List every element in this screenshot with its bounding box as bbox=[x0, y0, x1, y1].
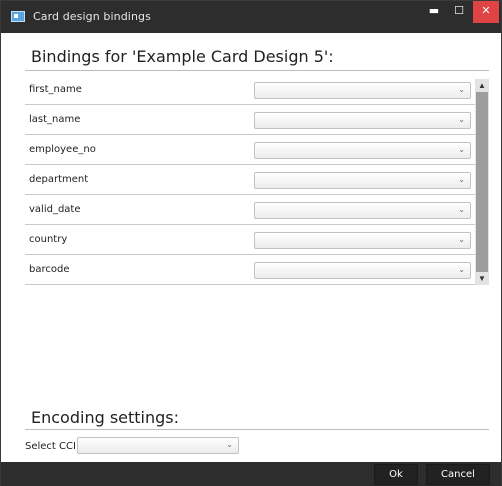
scroll-up-arrow-icon[interactable]: ▲ bbox=[475, 79, 489, 92]
card-app-icon bbox=[11, 11, 25, 22]
valid-date-select[interactable]: ⌄ bbox=[254, 202, 471, 219]
binding-row-barcode: barcode ⌄ bbox=[25, 255, 475, 285]
chevron-down-icon: ⌄ bbox=[226, 440, 233, 449]
encoding-divider bbox=[25, 429, 489, 430]
select-cci-label: Select CCI: bbox=[25, 441, 80, 452]
binding-row-first-name: first_name ⌄ bbox=[25, 75, 475, 105]
card-design-bindings-dialog: Card design bindings ▬ ☐ ✕ Bindings for … bbox=[0, 0, 502, 486]
chevron-down-icon: ⌄ bbox=[458, 175, 465, 184]
minimize-button[interactable]: ▬ bbox=[422, 1, 446, 23]
chevron-down-icon: ⌄ bbox=[458, 115, 465, 124]
window-title: Card design bindings bbox=[33, 10, 151, 23]
maximize-button[interactable]: ☐ bbox=[447, 1, 471, 23]
binding-row-last-name: last_name ⌄ bbox=[25, 105, 475, 135]
bindings-list: first_name ⌄ last_name ⌄ employee_no ⌄ d… bbox=[25, 75, 475, 285]
title-bar[interactable]: Card design bindings ▬ ☐ ✕ bbox=[1, 1, 501, 33]
ok-button[interactable]: Ok bbox=[374, 464, 418, 485]
country-select[interactable]: ⌄ bbox=[254, 232, 471, 249]
binding-row-country: country ⌄ bbox=[25, 225, 475, 255]
encoding-settings-heading: Encoding settings: bbox=[31, 408, 180, 427]
binding-label: valid_date bbox=[29, 204, 81, 215]
cancel-button[interactable]: Cancel bbox=[426, 464, 490, 485]
scroll-thumb[interactable] bbox=[476, 92, 488, 272]
chevron-down-icon: ⌄ bbox=[458, 235, 465, 244]
chevron-down-icon: ⌄ bbox=[458, 145, 465, 154]
binding-row-employee-no: employee_no ⌄ bbox=[25, 135, 475, 165]
department-select[interactable]: ⌄ bbox=[254, 172, 471, 189]
barcode-select[interactable]: ⌄ bbox=[254, 262, 471, 279]
heading-divider bbox=[25, 70, 489, 71]
binding-label: country bbox=[29, 234, 68, 245]
dialog-footer: Ok Cancel bbox=[1, 462, 501, 486]
employee-no-select[interactable]: ⌄ bbox=[254, 142, 471, 159]
binding-label: first_name bbox=[29, 84, 82, 95]
bindings-heading: Bindings for 'Example Card Design 5': bbox=[31, 47, 334, 66]
select-cci-dropdown[interactable]: ⌄ bbox=[77, 437, 239, 454]
chevron-down-icon: ⌄ bbox=[458, 205, 465, 214]
binding-label: department bbox=[29, 174, 89, 185]
scroll-down-arrow-icon[interactable]: ▼ bbox=[475, 272, 489, 285]
binding-label: barcode bbox=[29, 264, 70, 275]
first-name-select[interactable]: ⌄ bbox=[254, 82, 471, 99]
chevron-down-icon: ⌄ bbox=[458, 85, 465, 94]
close-button[interactable]: ✕ bbox=[473, 1, 499, 23]
chevron-down-icon: ⌄ bbox=[458, 265, 465, 274]
binding-label: last_name bbox=[29, 114, 81, 125]
bindings-scrollbar[interactable]: ▲ ▼ bbox=[475, 79, 489, 285]
binding-row-department: department ⌄ bbox=[25, 165, 475, 195]
binding-row-valid-date: valid_date ⌄ bbox=[25, 195, 475, 225]
binding-label: employee_no bbox=[29, 144, 96, 155]
last-name-select[interactable]: ⌄ bbox=[254, 112, 471, 129]
